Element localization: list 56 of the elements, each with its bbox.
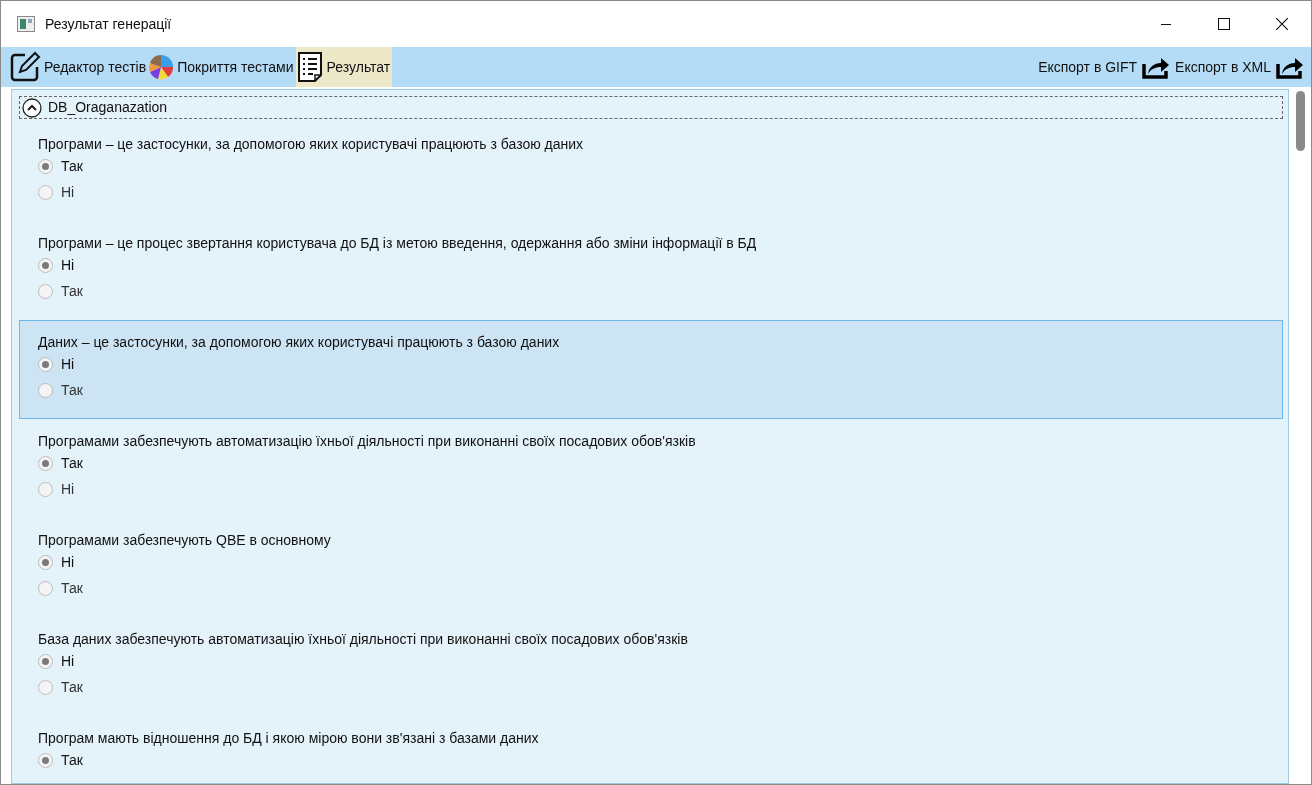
close-icon — [1276, 18, 1288, 30]
question-item[interactable]: Програмами забезпечують автоматизацію їхньої діяльності при виконанні своїх посадових обов'язків Так Ні — [19, 419, 1283, 518]
radio-option[interactable]: Так — [38, 377, 83, 403]
radio-button[interactable] — [38, 283, 53, 299]
radio-option[interactable]: Так — [38, 674, 83, 700]
toolbar-tab[interactable]: Редактор тестів — [9, 47, 149, 87]
radio-option[interactable]: Ні — [38, 549, 75, 575]
app-icon — [17, 16, 35, 32]
maximize-icon — [1218, 18, 1230, 30]
collapse-icon — [22, 97, 42, 118]
export-button[interactable]: Експорт в GIFT — [1038, 54, 1172, 80]
radio-option[interactable]: Ні — [38, 252, 75, 278]
checklist-icon — [295, 51, 324, 83]
radio-option[interactable]: Так — [38, 450, 83, 476]
question-text: Програми – це процес звертання користувача до БД із метою введення, одержання або зміни інформації в БД — [38, 234, 758, 252]
edit-icon — [9, 51, 41, 83]
radio-option[interactable]: Так — [38, 747, 83, 773]
toolbar-tab[interactable]: Покриття тестами — [148, 47, 296, 87]
radio-button[interactable] — [38, 554, 53, 570]
group-header[interactable]: DB_Oraganazation — [19, 96, 1283, 119]
question-item[interactable]: Програм мають відношення до БД і якою мірою вони зв'язані з базами даних Так — [19, 716, 1283, 783]
question-text: База даних забезпечують автоматизацію їхньої діяльності при виконанні своїх посадових обов'язків — [38, 630, 689, 648]
export-button[interactable]: Експорт в XML — [1175, 54, 1305, 80]
question-text: Програмами забезпечують автоматизацію їхньої діяльності при виконанні своїх посадових обов'язків — [38, 432, 697, 450]
minimize-icon — [1161, 23, 1171, 25]
question-item[interactable]: Програми – це застосунки, за допомогою яких користувачі працюють з базою даних Так Ні — [19, 122, 1283, 221]
question-item[interactable]: Даних – це застосунки, за допомогою яких користувачі працюють з базою даних Ні Так — [19, 320, 1283, 419]
radio-button[interactable] — [38, 580, 53, 596]
window-title: Результат генерації — [45, 14, 172, 34]
toolbar-tab[interactable]: Результат — [295, 47, 393, 87]
radio-button[interactable] — [38, 481, 53, 497]
radio-option[interactable]: Ні — [38, 179, 75, 205]
radio-button[interactable] — [38, 356, 53, 372]
radio-option[interactable]: Ні — [38, 351, 75, 377]
question-text: Даних – це застосунки, за допомогою яких користувачі працюють з базою даних — [38, 333, 561, 351]
question-item[interactable]: Програми – це процес звертання користувача до БД із метою введення, одержання або зміни інформації в БД Ні Так — [19, 221, 1283, 320]
radio-option[interactable]: Ні — [38, 648, 75, 674]
radio-option[interactable]: Так — [38, 575, 83, 601]
radio-button[interactable] — [38, 184, 53, 200]
radio-button[interactable] — [38, 257, 53, 273]
radio-option[interactable]: Так — [38, 278, 83, 304]
question-item[interactable]: База даних забезпечують автоматизацію їхньої діяльності при виконанні своїх посадових обов'язків Ні Так — [19, 617, 1283, 716]
question-text: Програм мають відношення до БД і якою мірою вони зв'язані з базами даних — [38, 729, 540, 747]
question-text: Програмами забезпечують QBE в основному — [38, 531, 332, 549]
question-text: Програми – це застосунки, за допомогою яких користувачі працюють з базою даних — [38, 135, 585, 153]
radio-button[interactable] — [38, 653, 53, 669]
radio-option[interactable]: Так — [38, 153, 83, 179]
group-title: DB_Oraganazation — [48, 98, 168, 117]
question-item[interactable]: Програмами забезпечують QBE в основному Ні Так — [19, 518, 1283, 617]
radio-button[interactable] — [38, 382, 53, 398]
radio-button[interactable] — [38, 752, 53, 768]
radio-button[interactable] — [38, 158, 53, 174]
radio-option[interactable]: Ні — [38, 476, 75, 502]
radio-button[interactable] — [38, 679, 53, 695]
radio-button[interactable] — [38, 455, 53, 471]
pie-chart-icon — [148, 54, 175, 80]
